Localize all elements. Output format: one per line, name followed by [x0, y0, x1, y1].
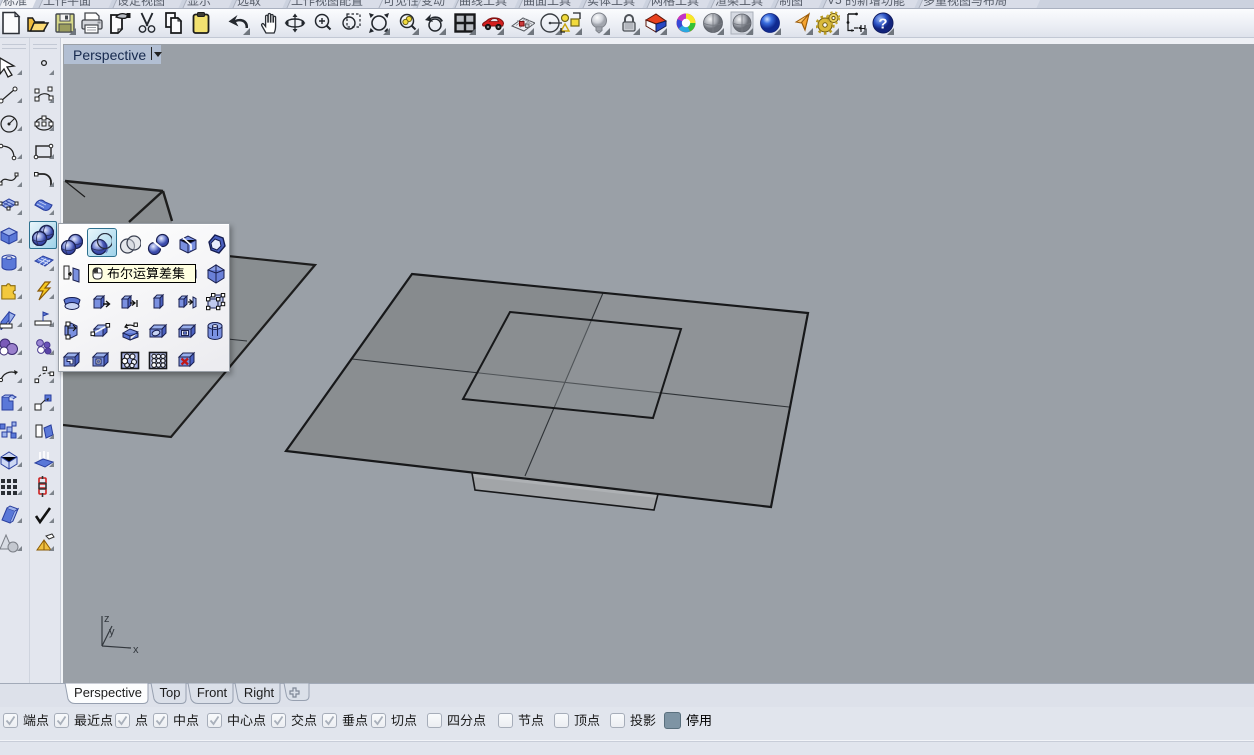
svg-text:z: z	[104, 613, 110, 625]
svg-text:y: y	[109, 626, 115, 638]
svg-text:x: x	[133, 644, 139, 656]
